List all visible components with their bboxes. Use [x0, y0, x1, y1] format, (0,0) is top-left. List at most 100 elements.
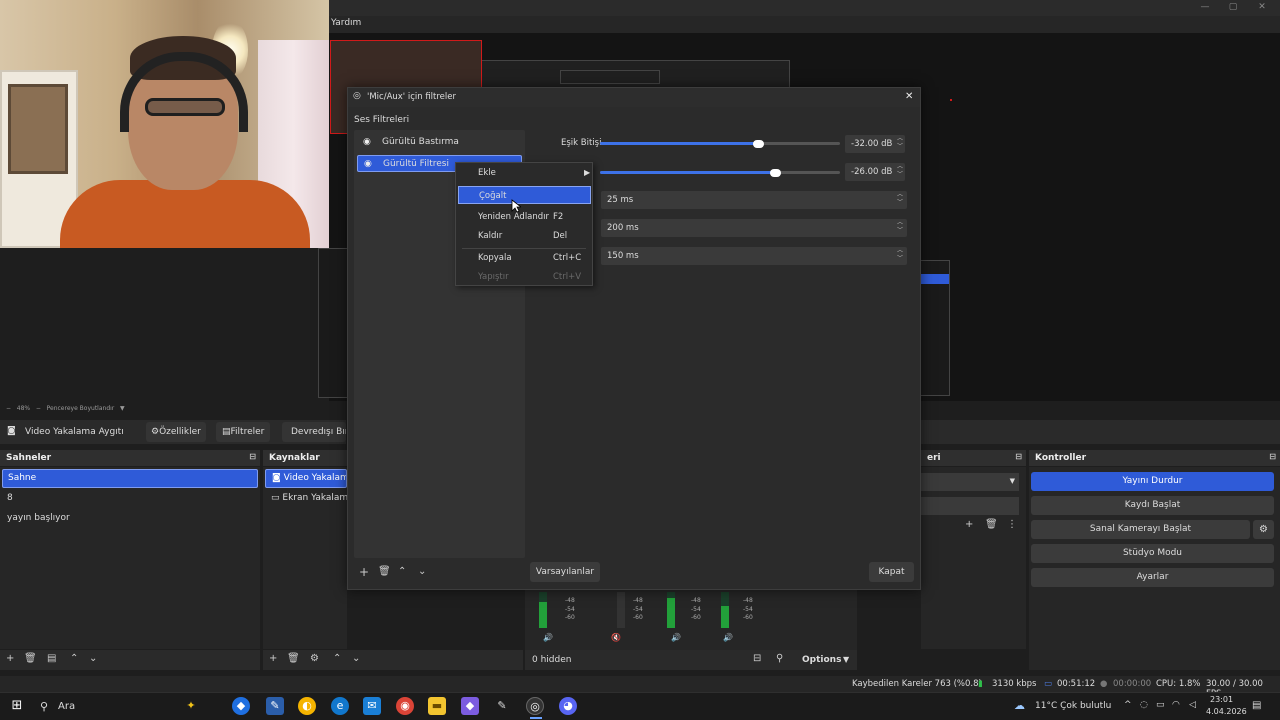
layout-icon[interactable]: ⊟ [753, 653, 761, 664]
dock-menu-icon[interactable]: ⊟ [1269, 452, 1276, 461]
move-down-icon[interactable]: ⌄ [352, 653, 360, 664]
wifi-icon[interactable]: ◠ [1172, 700, 1180, 710]
windows-start-icon[interactable]: ⊞ [8, 697, 26, 715]
start-virtual-camera-button[interactable]: Sanal Kamerayı Başlat [1031, 520, 1250, 539]
pen-icon[interactable]: ✎ [493, 697, 511, 715]
open-threshold-knob[interactable] [770, 169, 781, 177]
search-icon[interactable]: ⚲ [40, 700, 48, 713]
close-threshold-knob[interactable] [753, 140, 764, 148]
stop-stream-button[interactable]: Yayını Durdur [1031, 472, 1274, 491]
menu-help[interactable]: Yardım [331, 18, 361, 28]
move-up-icon[interactable]: ⌃ [70, 653, 78, 664]
add-icon[interactable]: + [965, 519, 973, 530]
move-down-icon[interactable]: ⌄ [418, 566, 426, 577]
clock-date[interactable]: 4.04.2026 [1206, 707, 1247, 716]
spin-arrows-icon[interactable]: ︿ ﹀ [895, 163, 905, 181]
eye-icon[interactable]: ◉ [363, 134, 371, 151]
options-button[interactable]: Options [802, 655, 841, 665]
menu-item-add[interactable]: Ekle ▶ [458, 164, 591, 182]
source-item[interactable]: ▭ Ekran Yakalama [271, 493, 354, 503]
edge-icon[interactable]: e [331, 697, 349, 715]
move-down-icon[interactable]: ⌄ [89, 653, 97, 664]
close-window-icon[interactable]: ✕ [1255, 2, 1269, 12]
add-scene-icon[interactable]: + [6, 653, 14, 664]
muted-speaker-icon[interactable]: 🔇 [611, 633, 621, 642]
app-icon[interactable]: ✎ [266, 697, 284, 715]
sparkle-icon[interactable]: ✦ [182, 697, 200, 715]
notification-icon[interactable]: ▤ [1252, 700, 1261, 711]
dock-menu-icon[interactable]: ⊟ [249, 452, 256, 461]
trash-icon[interactable]: 🗑 [985, 519, 998, 530]
gear-icon[interactable]: ⚙ [310, 653, 319, 664]
menu-item-rename[interactable]: Yeniden Adlandır F2 [458, 208, 591, 226]
tray-app-icon[interactable]: ◌ [1140, 700, 1148, 710]
menu-item-remove[interactable]: Kaldır Del [458, 227, 591, 245]
dock-menu-icon[interactable]: ⊟ [1015, 452, 1022, 461]
eye-icon[interactable]: ◉ [364, 156, 372, 173]
preview-mini-ui [318, 248, 348, 398]
close-icon[interactable]: ✕ [905, 91, 913, 102]
menu-item-duplicate[interactable]: Çoğalt [458, 186, 591, 204]
defaults-button[interactable]: Varsayılanlar [530, 562, 600, 582]
move-up-icon[interactable]: ⌃ [398, 566, 406, 577]
weather-app-icon[interactable]: ◐ [298, 697, 316, 715]
obs-icon[interactable]: ◎ [526, 697, 544, 715]
zoom-in-icon[interactable]: − [36, 405, 41, 412]
spin-arrows-icon[interactable]: ︿ ﹀ [895, 135, 905, 153]
link-icon[interactable]: ⚲ [776, 653, 783, 664]
attack-time-field[interactable]: 25 ms [601, 191, 907, 209]
volume-icon[interactable]: ◁ [1189, 700, 1196, 710]
release-time-field[interactable]: 150 ms [601, 247, 907, 265]
minimize-icon[interactable]: — [1198, 2, 1212, 12]
filter-icon[interactable]: ▤ [47, 653, 56, 664]
trash-icon[interactable]: 🗑 [24, 653, 37, 664]
clock-time[interactable]: 23:01 [1210, 695, 1233, 704]
scene-item[interactable]: Sahne [2, 469, 258, 488]
more-icon[interactable]: ⋮ [1007, 519, 1017, 530]
menu-shortcut: Del [553, 231, 568, 241]
copilot-icon[interactable]: ◆ [232, 697, 250, 715]
speaker-icon[interactable]: 🔊 [671, 633, 681, 642]
filter-item[interactable]: ◉ Gürültü Bastırma [357, 134, 522, 151]
folder-icon[interactable]: ▬ [428, 697, 446, 715]
battery-icon[interactable]: ▭ [1156, 700, 1165, 710]
hold-time-field[interactable]: 200 ms [601, 219, 907, 237]
move-up-icon[interactable]: ⌃ [333, 653, 341, 664]
scene-item[interactable]: 8 [7, 493, 13, 503]
chevron-down-icon[interactable]: ▼ [843, 655, 849, 664]
add-filter-icon[interactable]: + [359, 565, 369, 579]
spin-arrows-icon[interactable]: ︿ ﹀ [895, 191, 905, 209]
app-icon[interactable]: ◆ [461, 697, 479, 715]
speaker-icon[interactable]: 🔊 [723, 633, 733, 642]
zoom-out-icon[interactable]: − [6, 405, 11, 412]
close-button[interactable]: Kapat [869, 562, 914, 582]
trash-icon[interactable]: 🗑 [287, 653, 300, 664]
deactivate-button[interactable]: Devredışı Bıra [282, 422, 346, 442]
menu-item-copy[interactable]: Kopyala Ctrl+C [458, 249, 591, 267]
taskbar-search[interactable]: Ara [58, 701, 75, 712]
studio-mode-button[interactable]: Stüdyo Modu [1031, 544, 1274, 563]
add-source-icon[interactable]: + [269, 653, 277, 664]
fit-to-window[interactable]: Pencereye Boyutlandır [47, 405, 115, 412]
chrome-icon[interactable]: ◉ [396, 697, 414, 715]
weather-text[interactable]: 11°C Çok bulutlu [1035, 701, 1111, 711]
properties-button[interactable]: ⚙Özellikler [146, 422, 206, 442]
tray-chevron-icon[interactable]: ^ [1124, 700, 1132, 710]
spin-arrows-icon[interactable]: ︿ ﹀ [895, 219, 905, 237]
meter-ticks: -48 -54 -60 [743, 597, 753, 623]
gear-icon[interactable]: ⚙ [1253, 520, 1274, 539]
speaker-icon[interactable]: 🔊 [543, 633, 553, 642]
transition-select[interactable]: ▼ [921, 473, 1019, 491]
spin-arrows-icon[interactable]: ︿ ﹀ [895, 247, 905, 265]
filters-button[interactable]: ▤Filtreler [216, 422, 270, 442]
source-item[interactable]: ◙ Video Yakalama [265, 469, 347, 488]
start-recording-button[interactable]: Kaydı Başlat [1031, 496, 1274, 515]
trash-icon[interactable]: 🗑 [378, 566, 391, 577]
duration-spin[interactable] [921, 497, 1019, 515]
settings-button[interactable]: Ayarlar [1031, 568, 1274, 587]
discord-icon[interactable]: ◕ [559, 697, 577, 715]
chevron-down-icon[interactable]: ▼ [120, 405, 125, 412]
scene-item[interactable]: yayın başlıyor [7, 513, 70, 523]
maximize-icon[interactable]: ▢ [1226, 2, 1240, 12]
mail-icon[interactable]: ✉ [363, 697, 381, 715]
